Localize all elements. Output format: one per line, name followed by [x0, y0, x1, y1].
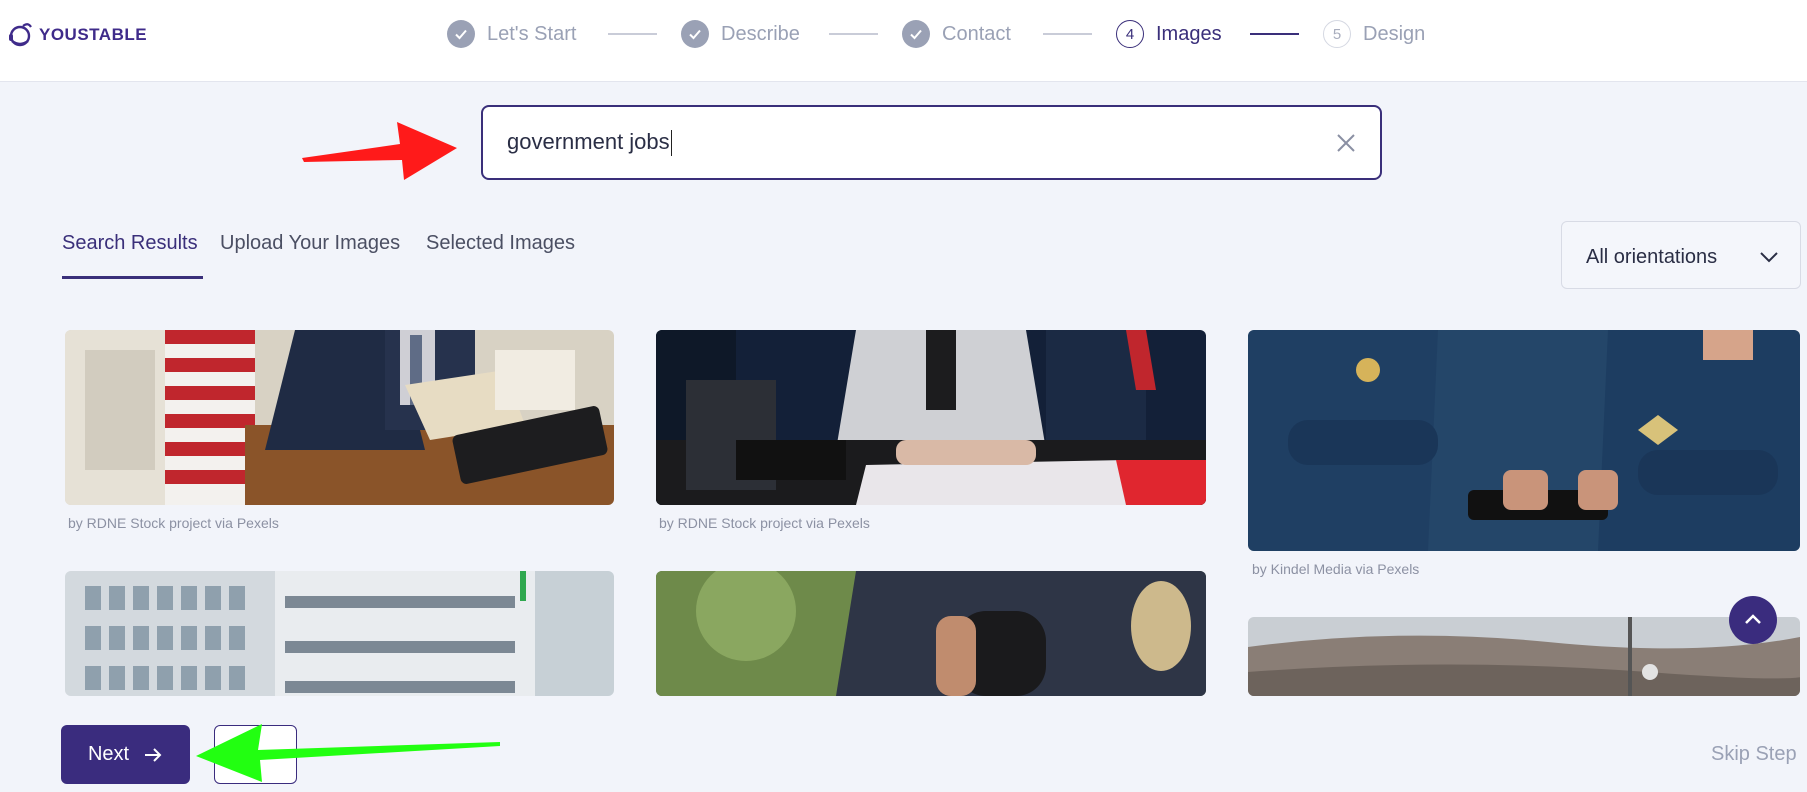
step-describe[interactable]: Describe: [681, 19, 800, 49]
step-connector: [829, 33, 878, 35]
check-icon: [447, 20, 475, 48]
check-icon: [902, 20, 930, 48]
close-icon[interactable]: [1334, 131, 1358, 155]
result-image[interactable]: [1248, 617, 1800, 696]
top-header: YOUSTABLE Let's Start Describe Contact 4…: [0, 0, 1807, 82]
step-label: Images: [1156, 22, 1222, 45]
result-image[interactable]: [656, 571, 1206, 696]
orientation-select[interactable]: All orientations: [1561, 221, 1801, 289]
photo-woman-at-desk: [656, 330, 1206, 505]
image-credit: by RDNE Stock project via Pexels: [659, 515, 870, 531]
result-image[interactable]: [65, 571, 614, 696]
search-query: government jobs: [507, 129, 670, 154]
tab-selected-images[interactable]: Selected Images: [426, 232, 575, 255]
step-label: Design: [1363, 22, 1426, 45]
progress-stepper: Let's Start Describe Contact 4 Images 5: [0, 0, 1807, 68]
photo-police-officers: [1248, 330, 1800, 551]
image-credit: by Kindel Media via Pexels: [1252, 561, 1420, 577]
check-icon: [681, 20, 709, 48]
result-image[interactable]: [656, 330, 1206, 505]
step-label: Contact: [942, 22, 1011, 45]
photo-officer-radio: [656, 571, 1206, 696]
active-tab-indicator: [62, 276, 203, 279]
step-connector: [608, 33, 657, 35]
next-button[interactable]: Next: [61, 725, 190, 784]
step-contact[interactable]: Contact: [902, 19, 1011, 49]
image-credit: by RDNE Stock project via Pexels: [68, 515, 279, 531]
photo-man-at-desk: [65, 330, 614, 505]
tab-upload-images[interactable]: Upload Your Images: [220, 232, 400, 255]
chevron-down-icon: [1760, 252, 1778, 263]
tab-search-results[interactable]: Search Results: [62, 232, 198, 255]
step-number: 4: [1116, 20, 1144, 48]
result-image[interactable]: [1248, 330, 1800, 551]
step-connector-active: [1250, 33, 1299, 35]
result-image[interactable]: [65, 330, 614, 505]
photo-hillside: [1248, 617, 1800, 696]
back-button[interactable]: [214, 725, 297, 784]
chevron-up-icon: [1745, 614, 1761, 624]
image-results-grid: by RDNE Stock project via Pexels by RDNE…: [0, 330, 1807, 696]
image-search-input[interactable]: government jobs: [481, 105, 1382, 180]
step-images[interactable]: 4 Images: [1116, 19, 1222, 49]
step-number: 5: [1323, 20, 1351, 48]
step-connector: [1043, 33, 1092, 35]
arrow-right-icon: [145, 747, 162, 762]
orientation-value: All orientations: [1586, 246, 1718, 268]
step-label: Let's Start: [487, 22, 577, 45]
red-arrow-annotation: [302, 122, 457, 180]
next-button-label: Next: [87, 743, 130, 765]
text-caret: [670, 130, 673, 157]
step-design[interactable]: 5 Design: [1323, 19, 1425, 49]
step-label: Describe: [721, 22, 800, 45]
scroll-to-top-button[interactable]: [1729, 596, 1777, 644]
photo-office-building: [65, 571, 614, 696]
step-lets-start[interactable]: Let's Start: [447, 19, 576, 49]
skip-step-link[interactable]: Skip Step: [1711, 743, 1797, 766]
